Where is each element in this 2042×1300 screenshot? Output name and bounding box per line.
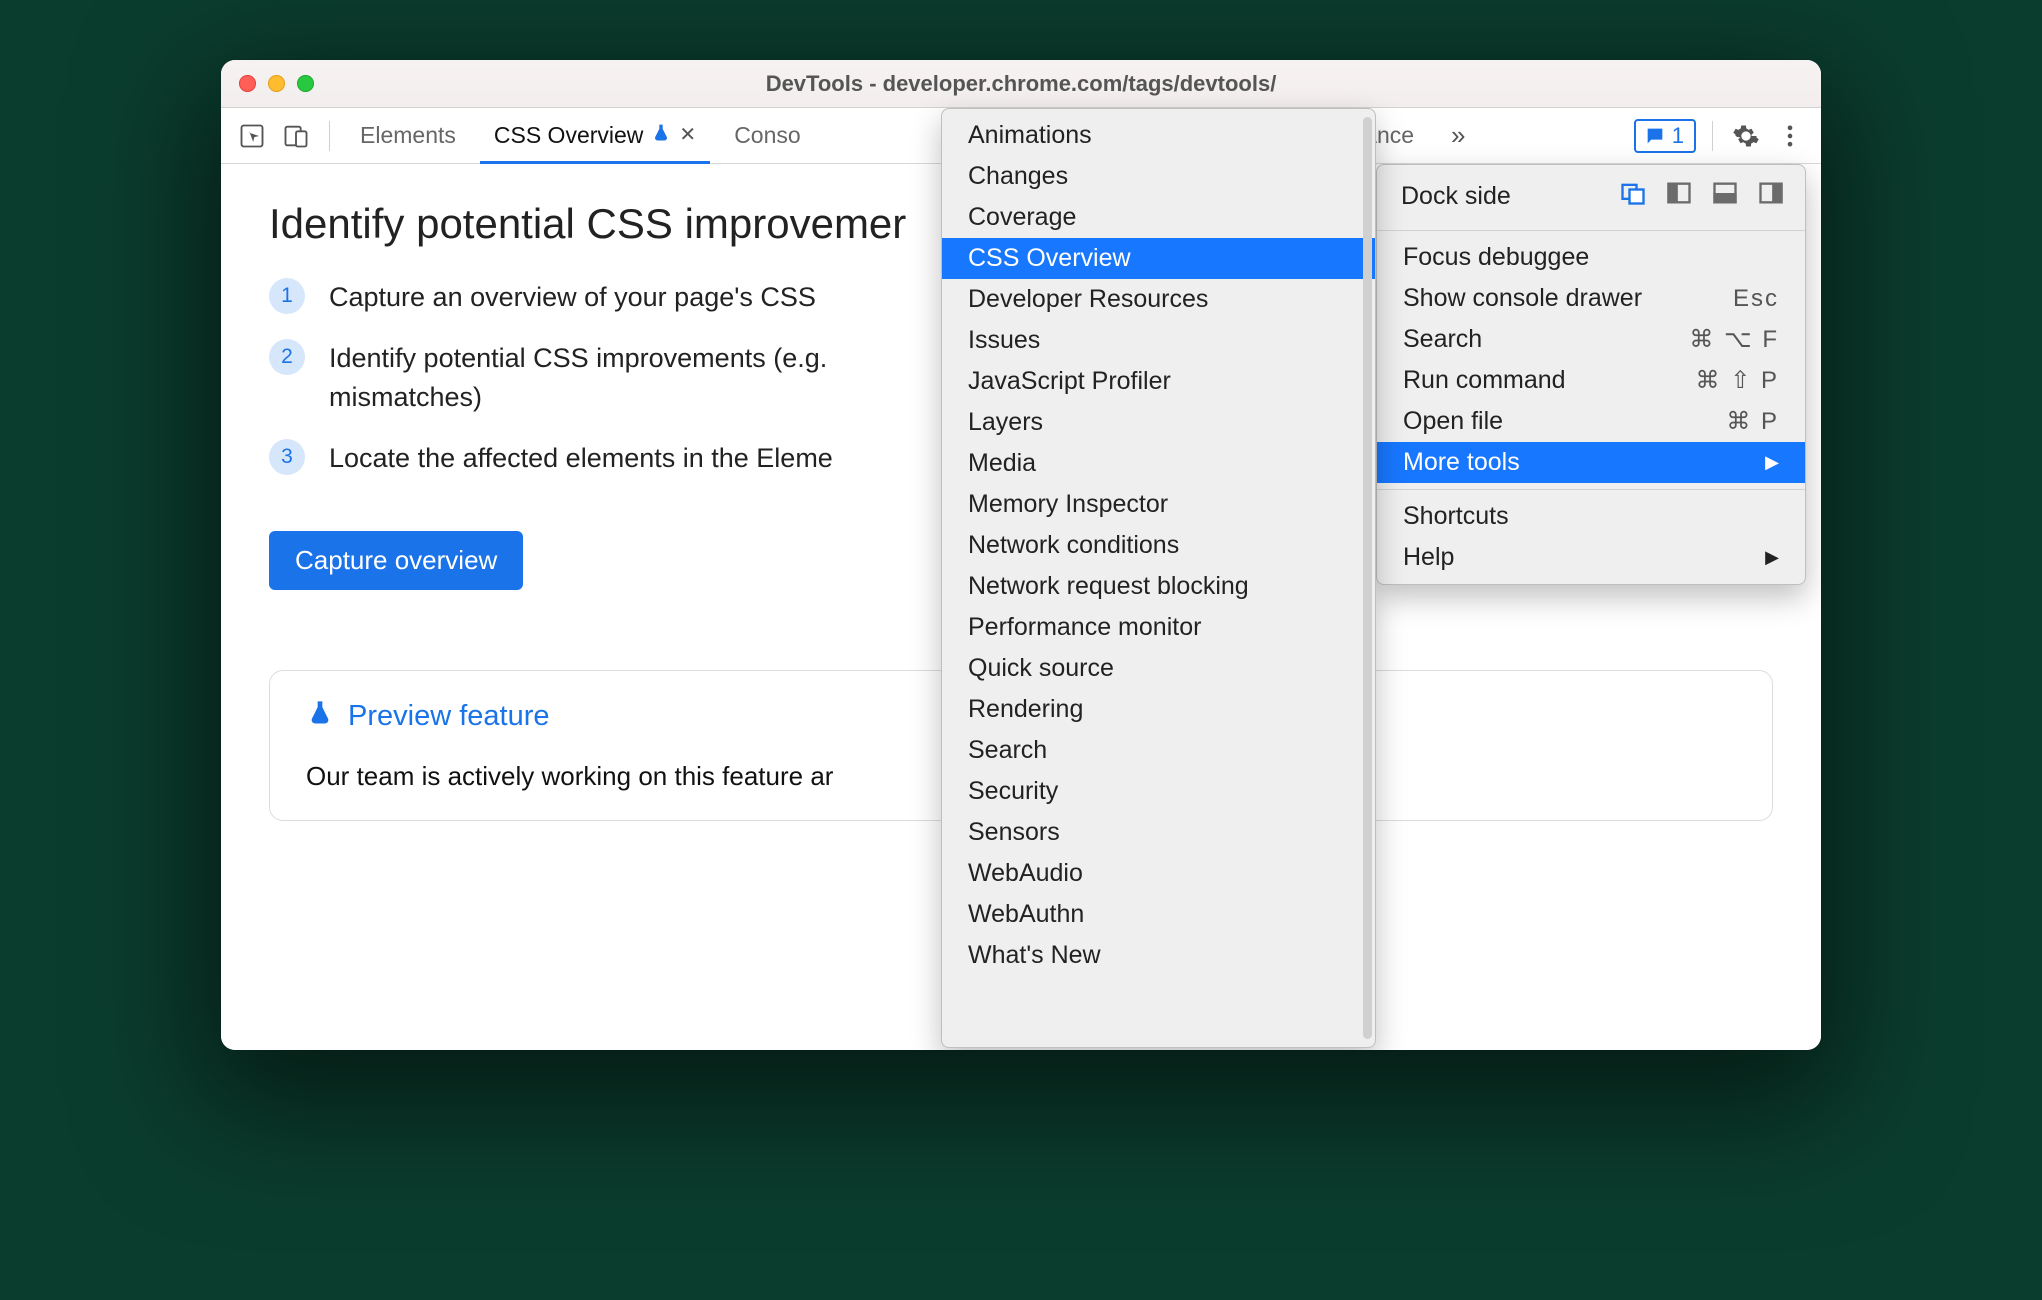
more-tools-item-label: Rendering: [968, 695, 1083, 724]
more-tools-item[interactable]: Rendering: [942, 689, 1375, 730]
dock-side-label: Dock side: [1401, 182, 1511, 211]
preview-label: Preview feature: [348, 700, 550, 733]
device-toolbar-icon[interactable]: [279, 119, 313, 153]
menu-item-search[interactable]: Search⌘ ⌥ F: [1377, 319, 1805, 360]
more-tools-item-label: Developer Resources: [968, 285, 1208, 314]
more-tools-item[interactable]: Network conditions: [942, 525, 1375, 566]
more-tools-item-label: Network conditions: [968, 531, 1179, 560]
more-tools-item-label: WebAudio: [968, 859, 1083, 888]
message-icon: [1644, 125, 1666, 147]
window-title: DevTools - developer.chrome.com/tags/dev…: [221, 71, 1821, 97]
more-tools-item-label: Issues: [968, 326, 1040, 355]
more-tools-item[interactable]: Issues: [942, 320, 1375, 361]
tabs-overflow-icon[interactable]: »: [1451, 120, 1465, 151]
more-tools-item[interactable]: Layers: [942, 402, 1375, 443]
more-tools-item[interactable]: Search: [942, 730, 1375, 771]
divider: [329, 121, 330, 151]
menu-item-open-file[interactable]: Open file⌘ P: [1377, 401, 1805, 442]
flask-icon: [651, 122, 671, 149]
menu-item-show-console[interactable]: Show console drawerEsc: [1377, 278, 1805, 319]
devtools-window: DevTools - developer.chrome.com/tags/dev…: [221, 60, 1821, 1050]
capture-overview-button[interactable]: Capture overview: [269, 531, 523, 590]
tab-label: Elements: [360, 122, 456, 149]
step-text: Locate the affected elements in the Elem…: [329, 439, 833, 478]
more-tools-item[interactable]: JavaScript Profiler: [942, 361, 1375, 402]
step-number: 2: [269, 339, 305, 375]
more-tools-item[interactable]: Changes: [942, 156, 1375, 197]
settings-menu[interactable]: Dock side Focus debuggee Show console dr…: [1376, 164, 1806, 585]
issues-count: 1: [1672, 123, 1684, 149]
chevron-right-icon: ▶: [1765, 452, 1779, 473]
more-tools-item-label: Search: [968, 736, 1047, 765]
menu-item-more-tools[interactable]: More tools▶: [1377, 442, 1805, 483]
more-tools-item[interactable]: Developer Resources: [942, 279, 1375, 320]
divider: [1712, 121, 1713, 151]
more-tools-item[interactable]: WebAudio: [942, 853, 1375, 894]
more-tools-item-label: Memory Inspector: [968, 490, 1168, 519]
close-tab-icon[interactable]: ✕: [679, 122, 696, 147]
more-tools-item-label: WebAuthn: [968, 900, 1084, 929]
dock-right-icon[interactable]: [1757, 179, 1785, 214]
more-tools-item[interactable]: What's New: [942, 935, 1375, 976]
tab-console[interactable]: Conso: [720, 108, 814, 163]
more-tools-item-label: JavaScript Profiler: [968, 367, 1171, 396]
more-tools-item-label: Animations: [968, 121, 1092, 150]
more-tools-item[interactable]: Performance monitor: [942, 607, 1375, 648]
menu-item-focus-debuggee[interactable]: Focus debuggee: [1377, 237, 1805, 278]
more-tools-item[interactable]: Animations: [942, 115, 1375, 156]
chevron-right-icon: ▶: [1765, 547, 1779, 568]
titlebar: DevTools - developer.chrome.com/tags/dev…: [221, 60, 1821, 108]
gear-icon[interactable]: [1729, 119, 1763, 153]
more-tools-item-label: Network request blocking: [968, 572, 1249, 601]
more-tools-item-label: Media: [968, 449, 1036, 478]
tab-elements[interactable]: Elements: [346, 108, 470, 163]
menu-item-run-command[interactable]: Run command⌘ ⇧ P: [1377, 360, 1805, 401]
flask-icon: [306, 699, 334, 735]
more-tools-item[interactable]: CSS Overview: [942, 238, 1375, 279]
more-tools-item-label: CSS Overview: [968, 244, 1131, 273]
step-number: 3: [269, 439, 305, 475]
more-tools-item-label: Changes: [968, 162, 1068, 191]
more-tools-item-label: What's New: [968, 941, 1101, 970]
menu-separator: [1377, 230, 1805, 231]
kebab-menu-icon[interactable]: [1773, 119, 1807, 153]
tab-css-overview[interactable]: CSS Overview ✕: [480, 109, 710, 164]
dock-undock-icon[interactable]: [1619, 179, 1647, 214]
menu-separator: [1377, 489, 1805, 490]
more-tools-item-label: Security: [968, 777, 1058, 806]
dock-left-icon[interactable]: [1665, 179, 1693, 214]
more-tools-item[interactable]: Quick source: [942, 648, 1375, 689]
menu-item-help[interactable]: Help▶: [1377, 537, 1805, 578]
more-tools-item-label: Coverage: [968, 203, 1076, 232]
step-text: Capture an overview of your page's CSS: [329, 278, 816, 317]
more-tools-item-label: Sensors: [968, 818, 1060, 847]
step-number: 1: [269, 278, 305, 314]
scrollbar[interactable]: [1363, 117, 1372, 1039]
more-tools-item[interactable]: Coverage: [942, 197, 1375, 238]
inspect-element-icon[interactable]: [235, 119, 269, 153]
issues-badge[interactable]: 1: [1634, 119, 1696, 153]
menu-item-shortcuts[interactable]: Shortcuts: [1377, 496, 1805, 537]
more-tools-item-label: Quick source: [968, 654, 1114, 683]
tab-label: Conso: [734, 122, 800, 149]
more-tools-item[interactable]: Security: [942, 771, 1375, 812]
more-tools-item[interactable]: Media: [942, 443, 1375, 484]
more-tools-item[interactable]: WebAuthn: [942, 894, 1375, 935]
more-tools-item[interactable]: Sensors: [942, 812, 1375, 853]
more-tools-item[interactable]: Network request blocking: [942, 566, 1375, 607]
dock-side-row: Dock side: [1377, 171, 1805, 224]
more-tools-item[interactable]: Memory Inspector: [942, 484, 1375, 525]
content-area: Identify potential CSS improvemer 1Captu…: [221, 164, 1821, 1050]
dock-bottom-icon[interactable]: [1711, 179, 1739, 214]
step-text: Identify potential CSS improvements (e.g…: [329, 339, 889, 417]
more-tools-item-label: Layers: [968, 408, 1043, 437]
tab-label: CSS Overview: [494, 122, 644, 149]
more-tools-submenu[interactable]: Animations Changes Coverage CSS Overview Dev…: [941, 108, 1376, 1048]
more-tools-item-label: Performance monitor: [968, 613, 1201, 642]
